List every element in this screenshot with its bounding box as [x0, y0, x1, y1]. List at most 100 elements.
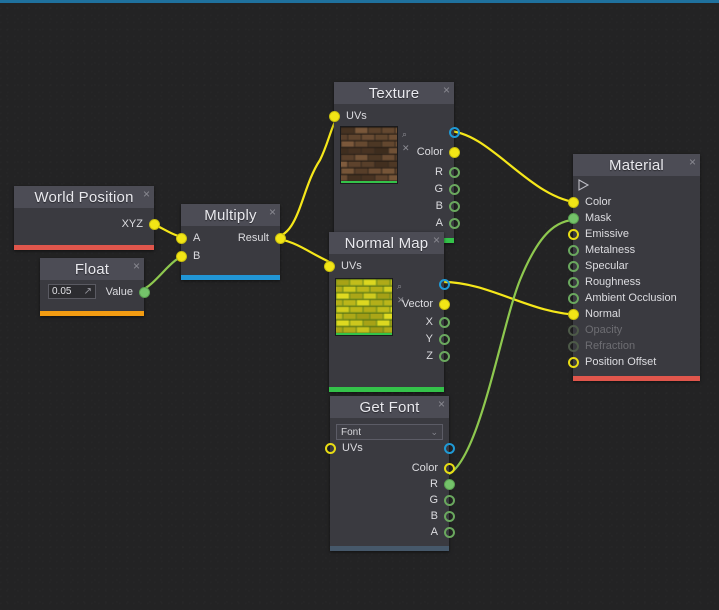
input-port-multiply-b[interactable]: B	[181, 248, 200, 264]
port-dot-icon[interactable]	[568, 213, 579, 224]
output-port-normal-map-z[interactable]: Z	[426, 348, 444, 364]
port-dot-icon[interactable]	[444, 463, 455, 474]
node-float[interactable]: Float × 0.05 ↗ Value	[40, 258, 144, 316]
output-port-normal-map-port-0[interactable]	[433, 276, 444, 292]
close-icon[interactable]: ×	[443, 83, 450, 97]
port-dot-icon[interactable]	[439, 334, 450, 345]
port-dot-icon[interactable]	[449, 147, 460, 158]
close-icon[interactable]: ×	[433, 233, 440, 247]
input-port-material-opacity[interactable]: Opacity	[573, 322, 700, 338]
node-texture[interactable]: Texture × UVs ⌕ ✕ Color R G B A	[334, 82, 454, 243]
input-port-material-emissive[interactable]: Emissive	[573, 226, 700, 242]
port-dot-icon[interactable]	[568, 341, 579, 352]
port-dot-icon[interactable]	[568, 325, 579, 336]
node-header-multiply[interactable]: Multiply ×	[181, 204, 280, 226]
node-multiply[interactable]: Multiply × A B Result	[181, 204, 280, 280]
input-port-material-ambient-occlusion[interactable]: Ambient Occlusion	[573, 290, 700, 306]
port-dot-icon[interactable]	[444, 511, 455, 522]
port-dot-icon[interactable]	[439, 317, 450, 328]
output-port-float-value[interactable]: Value	[106, 284, 144, 300]
input-port-material-position-offset[interactable]: Position Offset	[573, 354, 700, 370]
port-dot-icon[interactable]	[444, 443, 455, 454]
port-dot-icon[interactable]	[449, 167, 460, 178]
node-header-material[interactable]: Material ×	[573, 154, 700, 176]
output-port-get-font-port-0[interactable]	[438, 440, 449, 456]
node-header-texture[interactable]: Texture ×	[334, 82, 454, 104]
play-triangle-icon[interactable]	[578, 179, 590, 191]
input-port-material-mask[interactable]: Mask	[573, 210, 700, 226]
port-dot-icon[interactable]	[139, 287, 150, 298]
input-port-material-refraction[interactable]: Refraction	[573, 338, 700, 354]
output-port-world-position-xyz[interactable]: XYZ	[14, 216, 154, 232]
port-dot-icon[interactable]	[325, 443, 336, 454]
port-dot-icon[interactable]	[176, 251, 187, 262]
font-select[interactable]: Font ⌄	[336, 424, 443, 440]
node-header-normal-map[interactable]: Normal Map ×	[329, 232, 444, 254]
output-port-texture-b[interactable]: B	[436, 198, 454, 214]
port-dot-icon[interactable]	[568, 197, 579, 208]
port-dot-icon[interactable]	[324, 261, 335, 272]
node-material[interactable]: Material × Color Mask Emissive Metalness Specu…	[573, 154, 700, 381]
node-normal-map[interactable]: Normal Map × UVs ⌕ ✕ Vector X Y Z	[329, 232, 444, 392]
node-world-position[interactable]: World Position × XYZ	[14, 186, 154, 250]
port-dot-icon[interactable]	[449, 127, 460, 138]
input-port-normal-map-uvs[interactable]: UVs	[329, 258, 444, 274]
port-dot-icon[interactable]	[444, 527, 455, 538]
normal-map-thumbnail[interactable]	[335, 278, 393, 336]
port-dot-icon[interactable]	[329, 111, 340, 122]
close-icon[interactable]: ×	[689, 155, 696, 169]
wire-get-font-R-to-material-Mask[interactable]	[444, 219, 581, 476]
remove-icon[interactable]: ✕	[402, 144, 410, 153]
output-port-normal-map-y[interactable]: Y	[426, 331, 444, 347]
magnifier-icon[interactable]: ⌕	[397, 282, 402, 291]
output-port-get-font-a[interactable]: A	[431, 524, 449, 540]
output-port-texture-g[interactable]: G	[434, 181, 454, 197]
input-port-material-color[interactable]: Color	[573, 194, 700, 210]
texture-thumbnail[interactable]	[340, 126, 398, 184]
node-get-font[interactable]: Get Font × Font ⌄ UVs Color R G B A	[330, 396, 449, 551]
input-port-texture-uvs[interactable]: UVs	[334, 108, 454, 124]
output-port-normal-map-x[interactable]: X	[426, 314, 444, 330]
input-port-get-font-uvs[interactable]: UVs	[330, 440, 363, 456]
output-port-get-font-color[interactable]: Color	[412, 460, 449, 476]
input-port-material-normal[interactable]: Normal	[573, 306, 700, 322]
float-value-input[interactable]: 0.05 ↗	[48, 284, 96, 299]
expand-arrow-icon[interactable]: ↗	[84, 286, 92, 297]
port-dot-icon[interactable]	[568, 277, 579, 288]
port-dot-icon[interactable]	[568, 357, 579, 368]
port-dot-icon[interactable]	[568, 229, 579, 240]
close-icon[interactable]: ×	[133, 259, 140, 273]
input-port-material-metalness[interactable]: Metalness	[573, 242, 700, 258]
output-port-texture-color[interactable]: Color	[417, 144, 454, 160]
input-port-multiply-a[interactable]: A	[181, 230, 200, 246]
input-port-material-roughness[interactable]: Roughness	[573, 274, 700, 290]
port-dot-icon[interactable]	[449, 201, 460, 212]
port-dot-icon[interactable]	[568, 293, 579, 304]
port-dot-icon[interactable]	[439, 351, 450, 362]
wire-multiply-Result-to-texture-UVs[interactable]	[271, 115, 341, 238]
port-dot-icon[interactable]	[568, 245, 579, 256]
port-dot-icon[interactable]	[568, 261, 579, 272]
output-port-texture-port-0[interactable]	[443, 124, 454, 140]
close-icon[interactable]: ×	[269, 205, 276, 219]
output-port-get-font-b[interactable]: B	[431, 508, 449, 524]
wire-normal-map-Vector-to-material-Normal[interactable]	[443, 282, 581, 315]
input-port-material-specular[interactable]: Specular	[573, 258, 700, 274]
port-dot-icon[interactable]	[568, 309, 579, 320]
output-port-normal-map-vector[interactable]: Vector	[402, 296, 444, 312]
port-dot-icon[interactable]	[275, 233, 286, 244]
port-dot-icon[interactable]	[449, 218, 460, 229]
magnifier-icon[interactable]: ⌕	[402, 130, 407, 139]
output-port-texture-a[interactable]: A	[436, 215, 454, 231]
wire-texture-Color-to-material-Color[interactable]	[447, 131, 581, 203]
port-dot-icon[interactable]	[176, 233, 187, 244]
output-port-texture-r[interactable]: R	[435, 164, 454, 180]
output-port-get-font-r[interactable]: R	[430, 476, 449, 492]
node-header-world-position[interactable]: World Position ×	[14, 186, 154, 208]
node-graph-canvas[interactable]: World Position × XYZ Float × 0.05 ↗ Value Multip…	[0, 0, 719, 610]
port-dot-icon[interactable]	[149, 219, 160, 230]
output-port-get-font-g[interactable]: G	[429, 492, 449, 508]
node-header-get-font[interactable]: Get Font ×	[330, 396, 449, 418]
port-dot-icon[interactable]	[449, 184, 460, 195]
port-dot-icon[interactable]	[444, 479, 455, 490]
